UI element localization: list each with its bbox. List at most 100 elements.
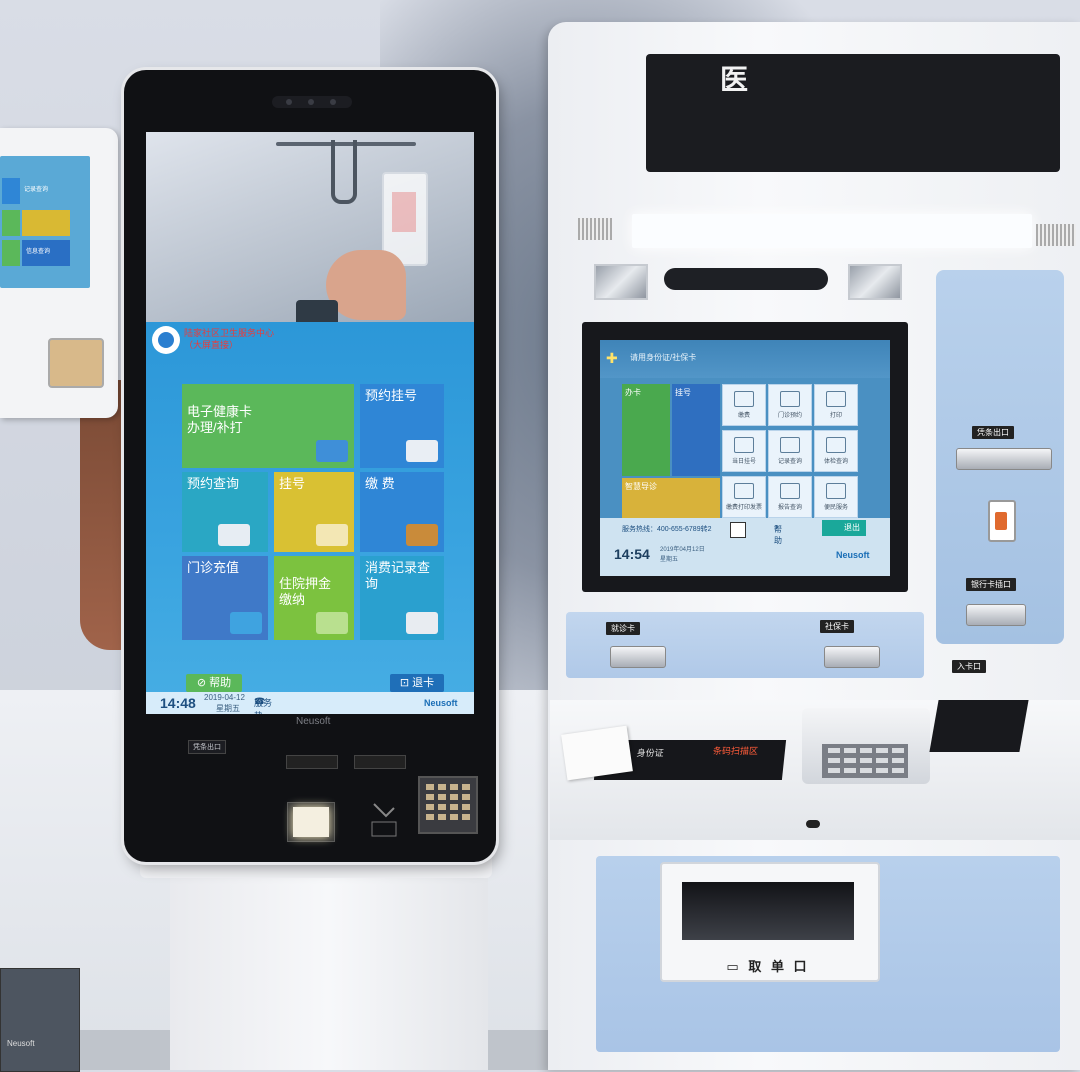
tile-label: 缴 费	[365, 476, 395, 491]
grid-item[interactable]: 当日挂号	[722, 430, 766, 472]
qr-scanner-light[interactable]	[287, 802, 335, 842]
coins-card-icon	[230, 612, 262, 634]
eject-card-button[interactable]: ⊡ 退卡	[390, 674, 444, 692]
small-kiosk-screen[interactable]: 记录查询 信息查询	[0, 156, 90, 288]
grid-item[interactable]: 报告查询	[768, 476, 812, 518]
tile-register[interactable]: 挂号	[672, 384, 720, 476]
help-button[interactable]: ⊘ 帮助	[186, 674, 242, 692]
id-card-label: 身份证	[636, 748, 665, 758]
grid-item[interactable]: 便民服务	[814, 476, 858, 518]
receipt-slot[interactable]	[956, 448, 1052, 470]
small-tile-2[interactable]	[22, 210, 70, 236]
ticket-icon	[218, 524, 250, 546]
grid-item[interactable]: 记录查询	[768, 430, 812, 472]
grid-item[interactable]: 打印	[814, 384, 858, 426]
scan-hint-icon	[364, 796, 404, 844]
tile-label: 消费记录查询	[365, 560, 431, 591]
grid-label: 缴费	[737, 413, 750, 419]
hand-icon	[326, 250, 406, 320]
tile-appointment-query[interactable]: 预约查询	[182, 472, 268, 552]
iv-hook-icon	[331, 140, 357, 204]
small-tile-1[interactable]	[2, 178, 20, 204]
tray-label: ▭ 取 单 口	[660, 956, 876, 975]
grid-label: 便民服务	[823, 505, 848, 511]
exit-label: 退出	[844, 523, 860, 532]
card-slot[interactable]	[286, 755, 338, 769]
tile-label: 住院押金 缴纳	[279, 576, 332, 607]
top-display-text: 医	[720, 64, 749, 95]
date: 2019年04月12日	[660, 547, 705, 553]
scan-area-label: 条码扫描区	[712, 746, 759, 756]
small-keypad[interactable]	[48, 338, 104, 388]
kiosk-app: 陆家社区卫生服务中心 （大屏直接） 电子健康卡 办理/补打 预约挂号 预约查询 …	[146, 322, 474, 714]
kiosk-touchscreen-right[interactable]: ✚ 请用身份证/社保卡 办卡 挂号 智慧导诊 缴费 门诊预约 打印 当日挂号 记…	[600, 340, 890, 576]
tile-appointment[interactable]: 预约挂号	[360, 384, 444, 468]
small-tile-5[interactable]	[2, 240, 20, 266]
pin-keypad[interactable]	[418, 776, 478, 834]
header-text: 请用身份证/社保卡	[630, 353, 697, 362]
hotline: 服务热线：400-655-6789转2	[622, 526, 712, 533]
tile-payment[interactable]: 缴 费	[360, 472, 444, 552]
grid-label: 门诊预约	[777, 413, 802, 419]
weekday: 星期五	[216, 704, 240, 713]
tile-label: 电子健康卡 办理/补打	[187, 404, 253, 435]
pin-keypad[interactable]	[822, 744, 908, 778]
tile-register[interactable]: 挂号	[274, 472, 354, 552]
social-card-slot[interactable]	[824, 646, 880, 668]
card-insert-panel[interactable]	[929, 700, 1029, 752]
tile-card[interactable]: 办卡	[622, 384, 670, 476]
organization-name: 陆家社区卫生服务中心 （大屏直接）	[184, 328, 274, 352]
brand-logo: Neusoft	[424, 698, 458, 708]
help-label: 帮助	[209, 677, 232, 689]
top-display: 医	[646, 54, 1060, 172]
tile-smart-guide[interactable]: 智慧导诊	[622, 478, 720, 520]
card-icon	[316, 440, 348, 462]
grid-item[interactable]: 门诊预约	[768, 384, 812, 426]
brand-logo: Neusoft	[836, 550, 870, 560]
tile-consumption-query[interactable]: 消费记录查询	[360, 556, 444, 640]
printer-icon: ▭	[726, 959, 749, 974]
card-slot[interactable]	[966, 604, 1026, 626]
clock: 14:54	[614, 546, 650, 562]
kiosk-touchscreen[interactable]: 陆家社区卫生服务中心 （大屏直接） 电子健康卡 办理/补打 预约挂号 预约查询 …	[146, 132, 474, 714]
tray-label-text: 取 单 口	[748, 959, 810, 974]
document-output-slot[interactable]	[682, 882, 854, 940]
doctor-icon	[406, 440, 438, 462]
tile-label: 办卡	[625, 388, 641, 397]
screen-header: ✚ 请用身份证/社保卡	[600, 340, 890, 378]
fingerprint-reader-icon[interactable]	[988, 500, 1016, 542]
eject-icon: ⊡	[399, 677, 413, 689]
weekday: 星期五	[660, 557, 679, 563]
small-tile-3[interactable]	[2, 210, 20, 236]
plus-icon: ✚	[606, 350, 618, 366]
grid-item[interactable]: 缴费打印发票	[722, 476, 766, 518]
qr-code-icon	[730, 522, 746, 538]
hospital-icon	[316, 612, 348, 634]
grid-item[interactable]: 缴费	[722, 384, 766, 426]
camera-window-icon	[594, 264, 648, 300]
card-slot[interactable]	[354, 755, 406, 769]
medical-card-slot[interactable]	[610, 646, 666, 668]
help-icon: ⊘	[196, 677, 210, 689]
grid-label: 缴费打印发票	[725, 505, 762, 511]
wallet-icon	[406, 524, 438, 546]
paper-receipt	[561, 725, 633, 781]
tile-label: 挂号	[279, 476, 306, 491]
grid-label: 当日挂号	[731, 459, 756, 465]
receipt-icon	[406, 612, 438, 634]
grid-label: 打印	[829, 413, 842, 419]
bicycle-icon	[316, 524, 348, 546]
org-line-2: （大屏直接）	[184, 341, 239, 351]
tile-health-card[interactable]: 电子健康卡 办理/补打	[182, 384, 354, 468]
insert-label: 入卡口	[952, 660, 986, 673]
tile-label: 预约挂号	[365, 388, 418, 403]
grid-item[interactable]: 体检查询	[814, 430, 858, 472]
tile-inpatient-deposit[interactable]: 住院押金 缴纳	[274, 556, 354, 640]
small-tile-label: 信息查询	[26, 249, 51, 255]
org-line-1: 陆家社区卫生服务中心	[184, 329, 275, 339]
tile-outpatient-topup[interactable]: 门诊充值	[182, 556, 268, 640]
grid-label: 体检查询	[823, 459, 848, 465]
help-label: 帮助	[774, 525, 782, 545]
exit-button[interactable]: 退出	[822, 520, 866, 536]
camera-bar-icon	[664, 268, 828, 290]
